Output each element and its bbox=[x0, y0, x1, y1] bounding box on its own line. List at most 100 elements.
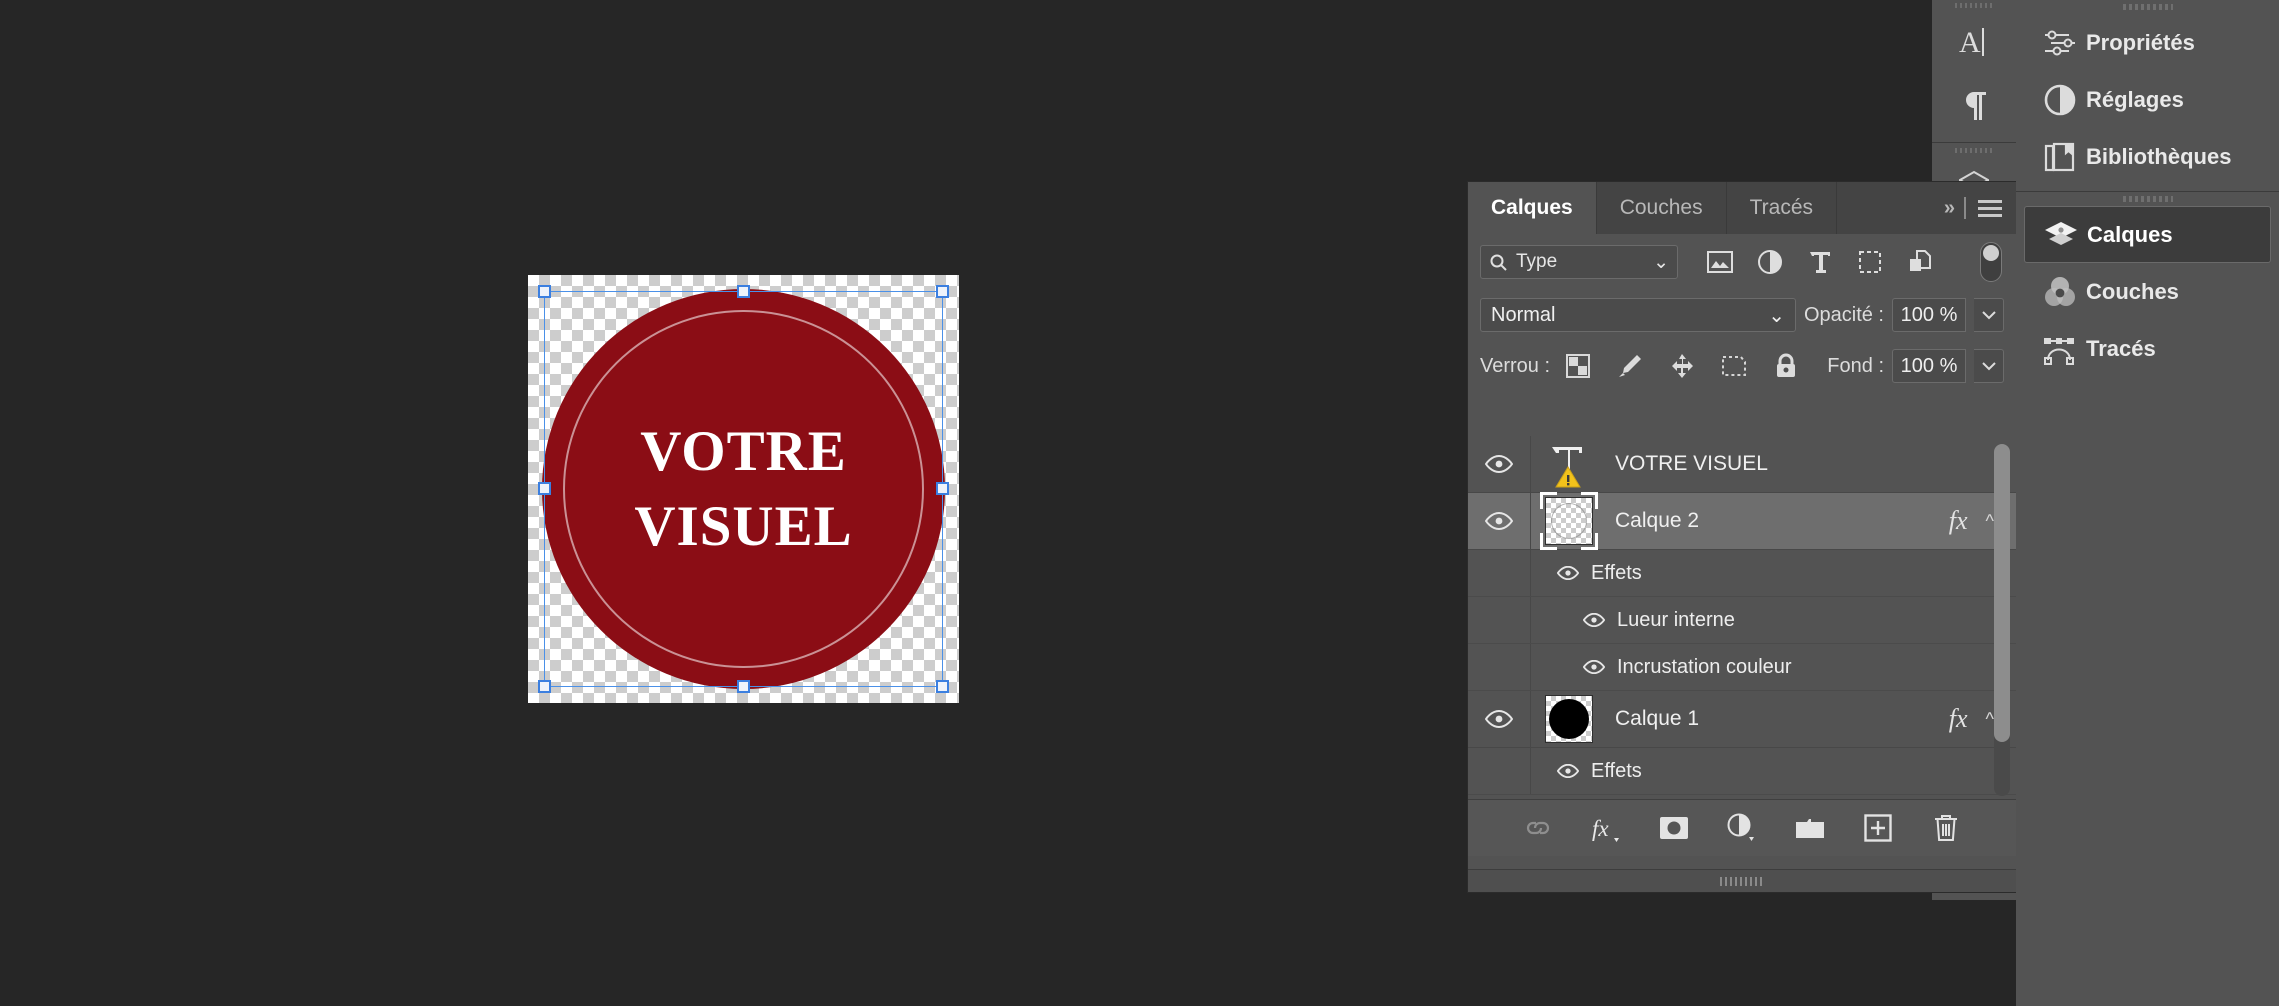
hamburger-menu-icon[interactable] bbox=[1978, 199, 2002, 217]
eye-icon bbox=[1557, 566, 1579, 580]
effects-group-label: Effets bbox=[1591, 759, 1642, 782]
sidebar-item-traces[interactable]: Tracés bbox=[2024, 320, 2271, 377]
layers-list[interactable]: VOTRE VISUEL Calque 2 fx ^ Effets Lueur … bbox=[1468, 436, 2016, 806]
chevron-down-icon: ⌄ bbox=[1653, 251, 1669, 273]
layer-filter-select[interactable]: Type ⌄ bbox=[1480, 245, 1678, 279]
layer-visibility-toggle[interactable] bbox=[1468, 691, 1531, 747]
layer-visibility-toggle[interactable] bbox=[1468, 436, 1531, 492]
chevron-down-icon: ⌄ bbox=[1768, 304, 1785, 327]
add-layer-mask-button[interactable] bbox=[1657, 811, 1691, 845]
tab-couches-label: Couches bbox=[1619, 196, 1703, 219]
layer-name[interactable]: Calque 1 bbox=[1607, 707, 1949, 731]
lock-all-icon[interactable] bbox=[1772, 352, 1800, 380]
artboard[interactable]: VOTRE VISUEL bbox=[528, 275, 959, 703]
lock-image-pixels-icon[interactable] bbox=[1616, 352, 1644, 380]
sidebar-item-bibliotheques[interactable]: Bibliothèques bbox=[2024, 128, 2271, 185]
type-layer-thumbnail bbox=[1552, 447, 1582, 488]
effects-group-label: Effets bbox=[1591, 561, 1642, 584]
lock-row: Verrou : Fond: 100 % bbox=[1468, 340, 2016, 392]
sidebar-item-label: Propriétés bbox=[2086, 29, 2195, 55]
fx-badge[interactable]: fx bbox=[1949, 506, 1968, 536]
panel-resize-handle[interactable] bbox=[1468, 869, 2016, 892]
tab-couches[interactable]: Couches bbox=[1596, 182, 1727, 234]
smart-object-filter-icon[interactable] bbox=[1906, 248, 1934, 276]
layer-thumbnail-cell[interactable] bbox=[1531, 439, 1607, 489]
new-group-button[interactable] bbox=[1793, 811, 1827, 845]
folder-icon bbox=[1796, 819, 1824, 838]
pixel-layers-filter-icon[interactable] bbox=[1706, 248, 1734, 276]
blend-mode-value: Normal bbox=[1491, 303, 1556, 326]
layer-thumbnail-cell[interactable] bbox=[1531, 492, 1607, 550]
blend-mode-select[interactable]: Normal ⌄ bbox=[1480, 298, 1796, 332]
lock-position-icon[interactable] bbox=[1668, 352, 1696, 380]
sidebar-item-label: Bibliothèques bbox=[2086, 143, 2232, 169]
eye-icon bbox=[1485, 512, 1513, 530]
table-row[interactable]: Calque 1 fx ^ bbox=[1468, 691, 2016, 748]
half-circle-icon bbox=[2034, 84, 2086, 116]
channels-venn-icon bbox=[2034, 276, 2086, 308]
chevron-up-icon[interactable]: ^ bbox=[1986, 511, 1994, 532]
fill-input[interactable]: 100 % bbox=[1892, 349, 1966, 383]
link-layers-button[interactable] bbox=[1521, 811, 1555, 845]
fill-stepper[interactable] bbox=[1974, 349, 2004, 383]
fill-label: Fond : bbox=[1827, 354, 1884, 377]
pixel-layer-thumbnail bbox=[1540, 492, 1598, 550]
fx-icon: fx bbox=[1592, 816, 1619, 842]
artwork-composite: VOTRE VISUEL bbox=[528, 275, 959, 703]
tab-calques[interactable]: Calques bbox=[1468, 182, 1597, 234]
sidebar-item-reglages[interactable]: Réglages bbox=[2024, 71, 2271, 128]
fill-value: 100 % bbox=[1900, 354, 1958, 377]
layers-stack-icon bbox=[2035, 220, 2087, 250]
type-layers-filter-icon[interactable] bbox=[1806, 248, 1834, 276]
table-row[interactable]: Calque 2 fx ^ bbox=[1468, 492, 2016, 550]
sidebar-item-label: Tracés bbox=[2086, 335, 2156, 361]
effect-row[interactable]: Lueur interne bbox=[1468, 597, 2016, 644]
effect-name: Lueur interne bbox=[1617, 608, 1735, 631]
layer-name[interactable]: VOTRE VISUEL bbox=[1607, 452, 2016, 476]
tab-calques-label: Calques bbox=[1491, 196, 1573, 219]
fx-badge[interactable]: fx bbox=[1949, 704, 1968, 734]
rail-drag-grip-top[interactable] bbox=[2016, 0, 2279, 14]
layer-name[interactable]: Calque 2 bbox=[1607, 509, 1949, 533]
layers-scrollbar[interactable] bbox=[1994, 444, 2010, 796]
sidebar-item-proprietes[interactable]: Propriétés bbox=[2024, 14, 2271, 71]
pixel-layer-thumbnail bbox=[1545, 695, 1593, 743]
rail-drag-grip-bottom[interactable] bbox=[2016, 192, 2279, 206]
paragraph-panel-button[interactable] bbox=[1932, 74, 2016, 138]
tab-traces[interactable]: Tracés bbox=[1726, 182, 1837, 234]
effects-group-row[interactable]: Effets bbox=[1468, 550, 2016, 597]
layers-panel: Calques Couches Tracés » Type ⌄ Normal ⌄… bbox=[1468, 182, 2016, 892]
effect-row[interactable]: Incrustation couleur bbox=[1468, 644, 2016, 691]
layer-visibility-toggle[interactable] bbox=[1468, 493, 1531, 549]
shape-layers-filter-icon[interactable] bbox=[1856, 248, 1884, 276]
svg-text:fx: fx bbox=[1592, 816, 1609, 841]
blend-mode-row: Normal ⌄ Opacité : 100 % bbox=[1468, 290, 2016, 340]
layer-thumbnail-cell[interactable] bbox=[1531, 695, 1607, 743]
new-adjustment-layer-button[interactable] bbox=[1725, 811, 1759, 845]
dock-drag-grip[interactable] bbox=[1932, 0, 2016, 10]
tab-traces-label: Tracés bbox=[1749, 196, 1813, 219]
lock-transparent-pixels-icon[interactable] bbox=[1564, 352, 1592, 380]
delete-layer-button[interactable] bbox=[1929, 811, 1963, 845]
table-row[interactable]: VOTRE VISUEL bbox=[1468, 436, 2016, 493]
character-panel-button[interactable]: A bbox=[1932, 10, 2016, 74]
layer-filter-row: Type ⌄ bbox=[1468, 234, 2016, 290]
scrollbar-thumb[interactable] bbox=[1994, 444, 2010, 742]
layer-style-button[interactable]: fx bbox=[1589, 811, 1623, 845]
chevron-up-icon[interactable]: ^ bbox=[1986, 709, 1994, 730]
expand-panels-icon[interactable]: » bbox=[1944, 197, 1955, 220]
adjustment-layers-filter-icon[interactable] bbox=[1756, 248, 1784, 276]
lock-artboard-nesting-icon[interactable] bbox=[1720, 352, 1748, 380]
character-icon: A bbox=[1959, 26, 1984, 59]
dock-drag-grip-lower[interactable] bbox=[1932, 145, 2016, 155]
effects-group-row[interactable]: Effets bbox=[1468, 748, 2016, 795]
sidebar-item-label: Calques bbox=[2087, 221, 2173, 247]
new-layer-button[interactable] bbox=[1861, 811, 1895, 845]
opacity-input[interactable]: 100 % bbox=[1892, 298, 1966, 332]
trash-icon bbox=[1935, 815, 1957, 841]
sidebar-item-couches[interactable]: Couches bbox=[2024, 263, 2271, 320]
filter-enable-toggle[interactable] bbox=[1980, 242, 2002, 282]
opacity-stepper[interactable] bbox=[1974, 298, 2004, 332]
search-icon bbox=[1490, 254, 1507, 271]
sidebar-item-calques[interactable]: Calques bbox=[2024, 206, 2271, 263]
